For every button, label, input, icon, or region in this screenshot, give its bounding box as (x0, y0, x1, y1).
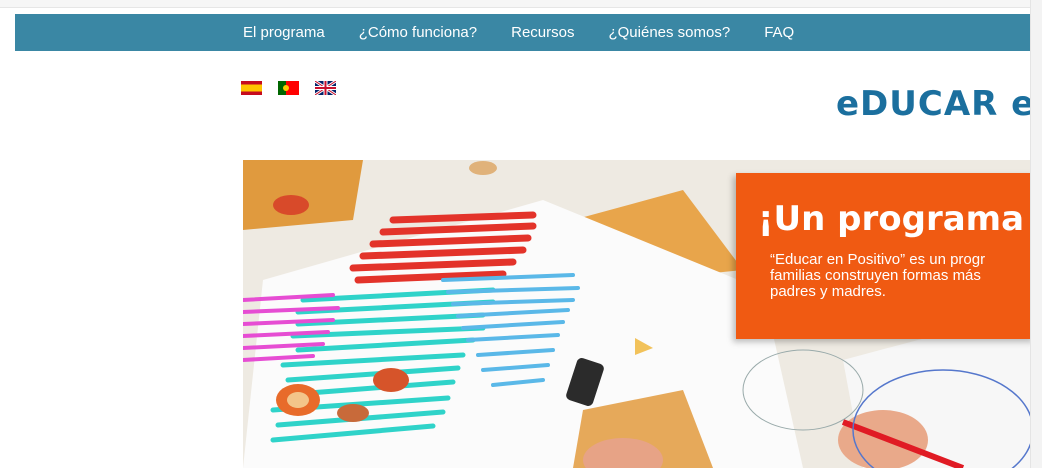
uk-flag-icon[interactable] (315, 81, 336, 95)
hero-banner: ¡Un programa “Educar en Positivo” es un … (243, 160, 1030, 468)
page-scrollbar[interactable] (1030, 0, 1042, 468)
nav-item-el-programa[interactable]: El programa (243, 24, 342, 41)
callout-description: “Educar en Positivo” es un progr familia… (770, 252, 1030, 300)
hero-callout: ¡Un programa “Educar en Positivo” es un … (736, 173, 1030, 339)
nav-item-faq[interactable]: FAQ (747, 24, 811, 41)
callout-line: padres y madres. (770, 283, 886, 300)
callout-line: familias construyen formas más (770, 267, 981, 284)
nav-menu: El programa ¿Cómo funciona? Recursos ¿Qu… (243, 14, 811, 51)
nav-item-recursos[interactable]: Recursos (494, 24, 591, 41)
portugal-flag-icon[interactable] (278, 81, 299, 95)
site-logo[interactable]: eDUCAR e (836, 84, 1030, 124)
main-navigation: El programa ¿Cómo funciona? Recursos ¿Qu… (15, 14, 1030, 51)
browser-top-strip (0, 0, 1030, 8)
nav-item-como-funciona[interactable]: ¿Cómo funciona? (342, 24, 494, 41)
callout-line: “Educar en Positivo” es un progr (770, 251, 986, 268)
spain-flag-icon[interactable] (241, 81, 262, 95)
language-selector (241, 81, 336, 95)
nav-item-quienes-somos[interactable]: ¿Quiénes somos? (591, 24, 747, 41)
callout-title: ¡Un programa (758, 199, 1025, 239)
